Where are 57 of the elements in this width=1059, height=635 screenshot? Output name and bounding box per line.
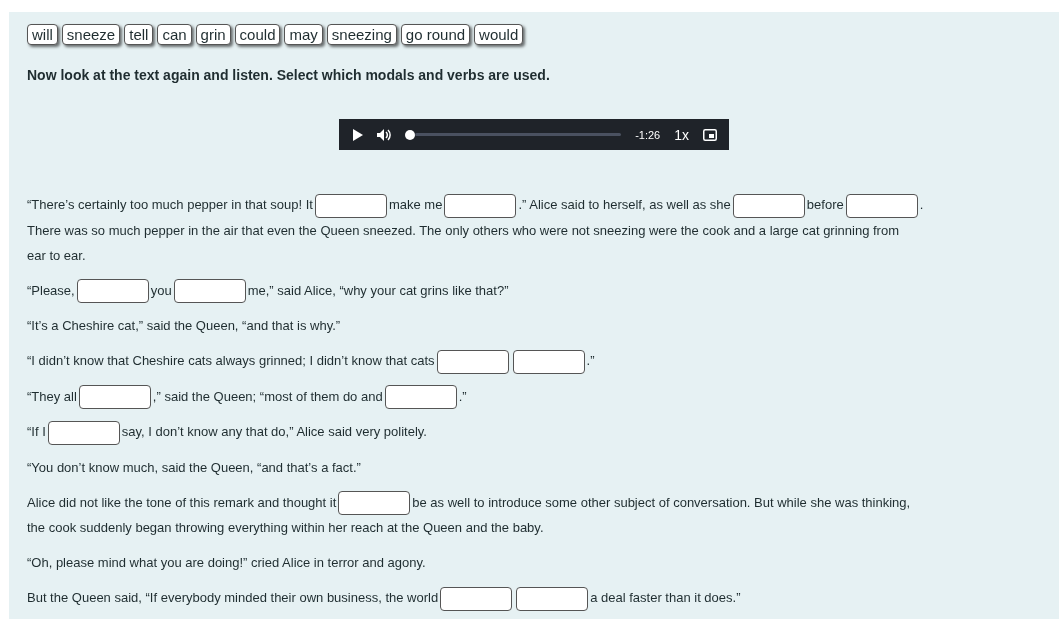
play-icon[interactable] (353, 128, 363, 141)
word-chip[interactable]: will (27, 24, 58, 45)
passage-text: . (919, 197, 924, 212)
passage-text: But the Queen said, “If everybody minded their own business, the world (27, 590, 439, 606)
answer-field[interactable] (436, 349, 509, 374)
answer-field[interactable] (338, 491, 411, 516)
progress-track[interactable] (415, 133, 622, 136)
passage-text: the cook suddenly began throwing everything within her reach at the Queen and the baby. (27, 519, 545, 538)
passage-text: .” Alice said to herself, as well as she (518, 197, 731, 212)
answer-field[interactable] (76, 279, 149, 304)
passage-text: “You don’t know much, said the Queen, “and that’s a fact.” (27, 459, 361, 475)
passage-text: before (806, 197, 844, 212)
passage-text: .” (586, 353, 595, 369)
answer-field[interactable] (444, 193, 517, 218)
word-chip[interactable]: go round (400, 24, 471, 45)
passage-text: .” (458, 388, 467, 404)
word-chip[interactable]: could (234, 24, 281, 45)
word-chip[interactable]: may (284, 24, 323, 45)
word-chip[interactable]: grin (195, 24, 231, 45)
passage-text: you (150, 282, 172, 298)
answer-field[interactable] (78, 385, 151, 410)
progress-handle[interactable] (405, 129, 415, 140)
passage-text: “There’s certainly too much pepper in that soup! It (27, 197, 313, 212)
passage-text: a deal faster than it does.” (590, 590, 741, 606)
passage-text: “It’s a Cheshire cat,” said the Queen, “and that is why.” (27, 318, 341, 334)
passage-text: ,” said the Queen; “most of them do and (152, 388, 383, 404)
answer-field[interactable] (314, 193, 387, 218)
answer-field[interactable] (440, 586, 513, 611)
word-chip[interactable]: can (157, 24, 192, 45)
answer-field[interactable] (47, 420, 120, 445)
word-chip[interactable]: sneezing (326, 24, 397, 45)
passage-text: ear to ear. (27, 246, 87, 265)
passage-text: “They all (27, 388, 77, 404)
passage-text: “If I (27, 424, 46, 440)
passage-text: “I didn’t know that Cheshire cats always grinned; I didn’t know that cats (27, 353, 435, 369)
passage-text: say, I don’t know any that do,” Alice said very politely. (121, 424, 427, 440)
passage-text: “Please, (27, 282, 75, 298)
time-remaining: -1:26 (635, 128, 661, 141)
word-chip[interactable]: tell (124, 24, 154, 45)
answer-field[interactable] (384, 385, 457, 410)
word-chip[interactable]: sneeze (61, 24, 121, 45)
instruction-text: Now look at the text again and listen. Select which modals and verbs are used. (27, 67, 551, 83)
word-chip[interactable]: would (474, 24, 524, 45)
answer-field[interactable] (173, 279, 246, 304)
answer-field[interactable] (845, 193, 918, 218)
passage-text: “Oh, please mind what you are doing!” cried Alice in terror and agony. (27, 555, 426, 571)
speed-button[interactable]: 1x (674, 126, 689, 143)
answer-field[interactable] (732, 193, 805, 218)
passage-text: make me (388, 197, 443, 212)
volume-icon[interactable] (377, 128, 391, 141)
passage-text: be as well to introduce some other subject of conversation. But while she was thinking, (412, 494, 911, 510)
passage-text: me,” said Alice, “why your cat grins like that?” (247, 282, 509, 298)
picture-in-picture-icon[interactable] (703, 128, 717, 141)
passage-text: Alice did not like the tone of this remark and thought it (27, 494, 337, 510)
answer-field[interactable] (516, 586, 589, 611)
answer-field[interactable] (512, 349, 585, 374)
passage-text: There was so much pepper in the air that even the Queen sneezed. The only others who were not sneezing were the cook and a large cat grinning from (27, 221, 900, 240)
